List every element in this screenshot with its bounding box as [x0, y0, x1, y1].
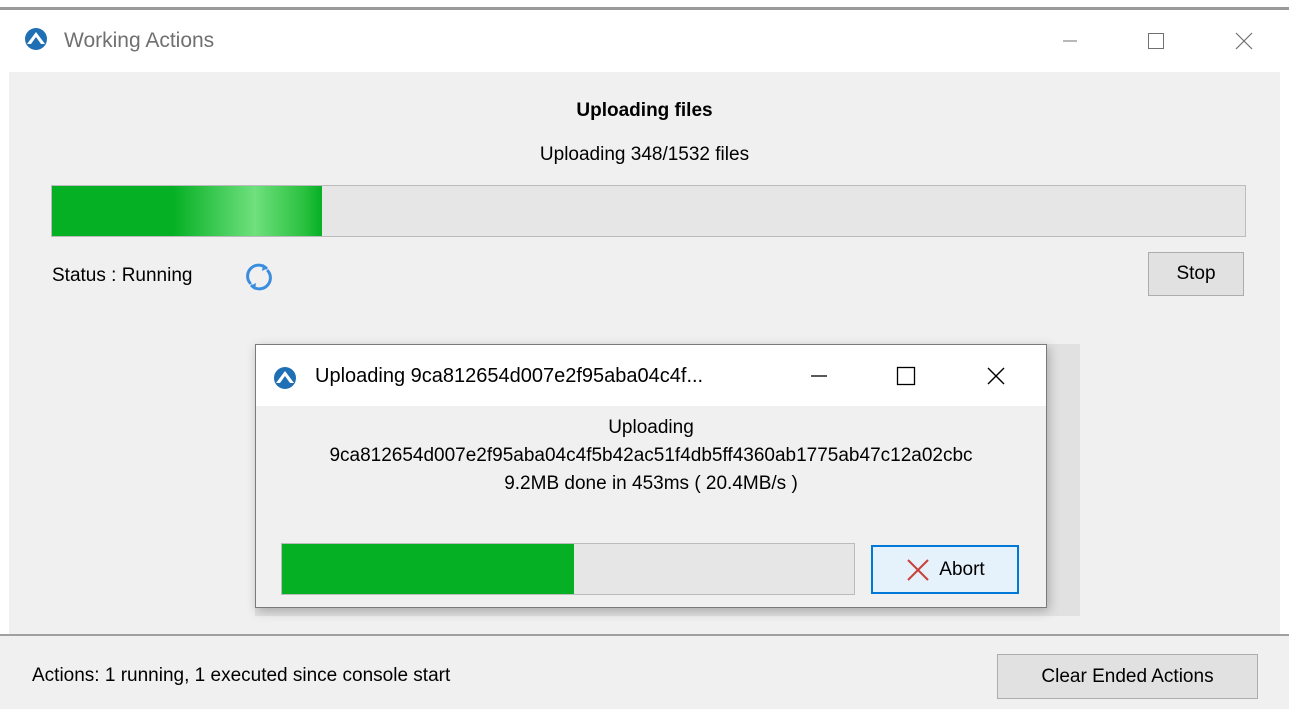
- status-footer: Actions: 1 running, 1 executed since con…: [0, 636, 1289, 709]
- window-title: Working Actions: [64, 29, 215, 52]
- action-heading: Uploading files: [576, 100, 713, 121]
- close-icon: [987, 367, 1005, 385]
- clear-ended-actions-button[interactable]: Clear Ended Actions: [997, 654, 1258, 699]
- close-icon: [1235, 32, 1253, 50]
- upload-status-line: Uploading: [608, 417, 694, 438]
- abort-button[interactable]: Abort: [871, 545, 1019, 594]
- maximize-button[interactable]: [1131, 20, 1181, 62]
- upload-file-hash: 9ca812654d007e2f95aba04c4f5b42ac51f4db5f…: [329, 445, 973, 466]
- dialog-title: Uploading 9ca812654d007e2f95aba04c4f...: [315, 365, 704, 387]
- dialog-titlebar[interactable]: Uploading 9ca812654d007e2f95aba04c4f...: [256, 345, 1046, 406]
- action-subheading: Uploading 348/1532 files: [539, 144, 750, 165]
- x-cross-icon: [907, 558, 929, 581]
- minimize-button[interactable]: [1045, 20, 1095, 62]
- upload-transfer-stats: 9.2MB done in 453ms ( 20.4MB/s ): [504, 473, 798, 494]
- overall-progress-bar: [51, 185, 1246, 237]
- main-titlebar[interactable]: Working Actions: [0, 10, 1289, 72]
- minimize-icon: [811, 375, 827, 377]
- maximize-icon: [1148, 33, 1164, 49]
- refresh-spinner-icon: [246, 263, 272, 291]
- minimize-icon: [1063, 40, 1077, 42]
- close-button[interactable]: [1219, 20, 1269, 62]
- actions-summary: Actions: 1 running, 1 executed since con…: [32, 665, 451, 686]
- maximize-icon: [896, 366, 916, 386]
- app-logo-icon: [274, 367, 296, 389]
- status-label: Status : Running: [52, 265, 193, 286]
- file-progress-fill: [282, 544, 574, 594]
- overall-progress-fill: [52, 186, 322, 236]
- stop-button[interactable]: Stop: [1148, 252, 1244, 296]
- app-logo-icon: [25, 28, 47, 50]
- dialog-minimize-button[interactable]: [796, 355, 842, 397]
- upload-dialog: Uploading 9ca812654d007e2f95aba04c4f... …: [255, 344, 1047, 608]
- abort-label: Abort: [939, 558, 985, 580]
- dialog-close-button[interactable]: [973, 355, 1019, 397]
- dialog-maximize-button[interactable]: [883, 355, 929, 397]
- file-progress-bar: [281, 543, 855, 595]
